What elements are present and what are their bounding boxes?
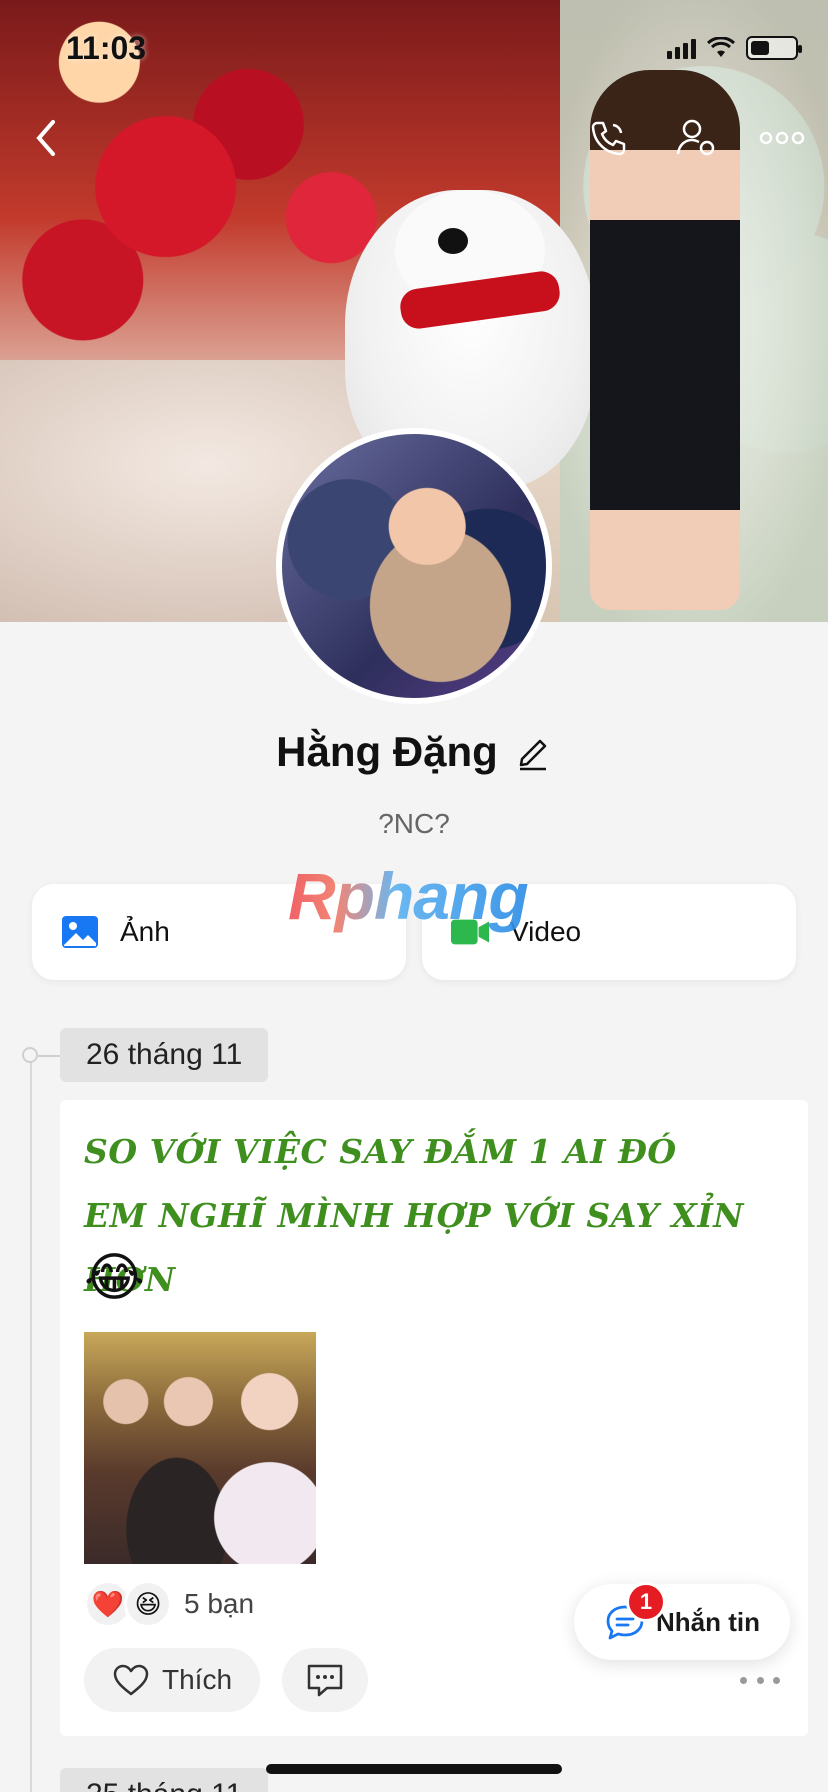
profile-avatar[interactable] — [276, 428, 552, 704]
post-text-line: EM NGHĨ MÌNH HỢP VỚI SAY XỈN HƠN — [84, 1196, 744, 1299]
timeline-dot — [22, 1047, 38, 1063]
photos-tab-label: Ảnh — [120, 916, 170, 947]
unread-badge: 1 — [626, 1582, 666, 1622]
more-icon — [759, 131, 805, 145]
battery-icon — [746, 36, 802, 60]
signal-icon — [667, 37, 696, 59]
timeline-date-chip-next: 25 tháng 11 — [60, 1768, 269, 1792]
heart-outline-icon — [113, 1664, 149, 1696]
cover-bear-nose — [438, 228, 468, 254]
back-button[interactable] — [18, 110, 74, 166]
wifi-icon — [706, 37, 736, 57]
post-text-line: SO VỚI VIỆC SAY ĐẮM 1 AI ĐÓ — [84, 1132, 677, 1171]
timeline-line — [30, 1055, 32, 1792]
profile-name: Hằng Đặng — [276, 728, 498, 775]
profile-subline: ?NC? — [378, 808, 450, 839]
more-dot — [756, 1676, 764, 1684]
timeline-tick — [38, 1055, 60, 1057]
comment-icon — [307, 1664, 343, 1697]
timeline-date-chip: 26 tháng 11 — [60, 1028, 269, 1082]
message-button[interactable]: Nhắn tin 1 — [574, 1582, 790, 1660]
post-photo[interactable] — [84, 1332, 316, 1564]
user-settings-icon — [676, 119, 715, 156]
reaction-count: 5 bạn — [184, 1588, 255, 1619]
like-button-label: Thích — [161, 1664, 233, 1695]
more-options-button[interactable] — [754, 110, 810, 166]
message-button-label: Nhắn tin — [656, 1606, 760, 1637]
status-bar: 11:03 — [0, 0, 828, 96]
post-text: SO VỚI VIỆC SAY ĐẮM 1 AI ĐÓ EM NGHĨ MÌNH… — [84, 1120, 808, 1312]
call-button[interactable] — [580, 110, 636, 166]
status-icons — [667, 36, 802, 60]
profile-top-actions — [0, 110, 828, 170]
reactions-summary[interactable]: ❤️ 😆 5 bạn — [84, 1580, 254, 1628]
post-emoji: 😂 — [84, 1249, 145, 1307]
profile-name-row: Hằng Đặng — [0, 728, 828, 776]
comment-button[interactable] — [282, 1648, 368, 1712]
watermark-logo: Rphang — [288, 859, 529, 933]
home-indicator — [266, 1764, 562, 1774]
profile-settings-button[interactable] — [668, 110, 724, 166]
more-dot — [773, 1676, 780, 1684]
phone-icon — [591, 121, 626, 156]
image-icon — [60, 912, 100, 952]
chevron-left-icon — [36, 120, 55, 156]
edit-pencil-icon[interactable] — [514, 733, 552, 771]
reaction-laugh-icon: 😆 — [124, 1580, 172, 1628]
post-more-button[interactable] — [740, 1666, 780, 1694]
like-button[interactable]: Thích — [84, 1648, 260, 1712]
more-dot — [740, 1676, 747, 1684]
status-time: 11:03 — [66, 30, 147, 66]
